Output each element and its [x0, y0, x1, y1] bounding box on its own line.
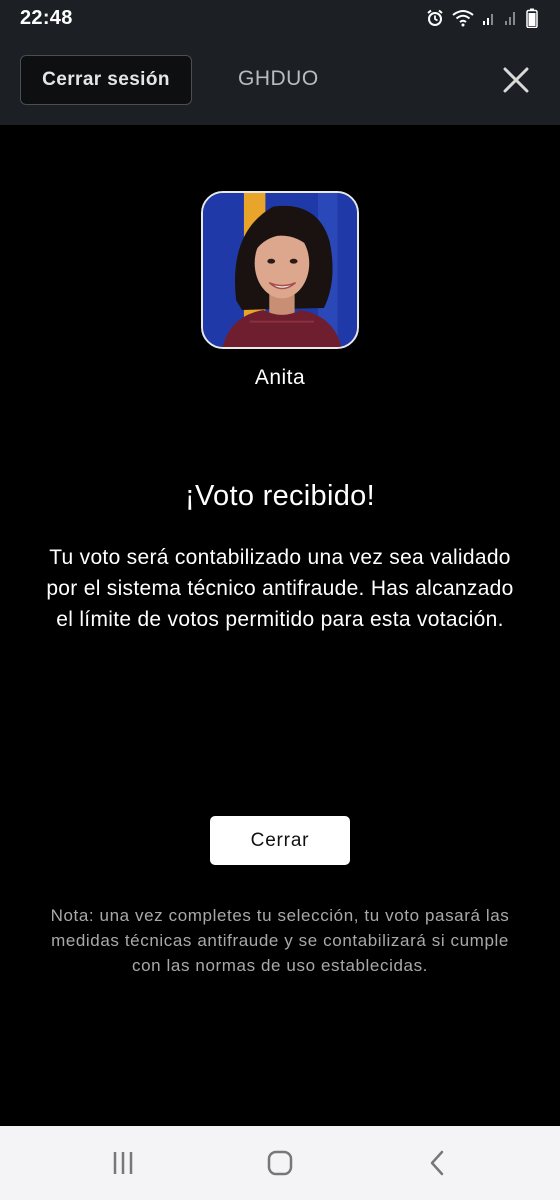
navigation-bar: [0, 1126, 560, 1200]
contestant-photo: [203, 193, 357, 347]
signal-icon: [483, 14, 493, 25]
home-button[interactable]: [260, 1148, 300, 1178]
recent-apps-button[interactable]: [103, 1148, 143, 1178]
signal-icon: [505, 12, 515, 25]
status-icons: [426, 8, 538, 28]
contestant-name: Anita: [254, 366, 306, 389]
home-icon: [267, 1150, 293, 1176]
footnote: Nota: una vez completes tu selección, tu…: [50, 906, 510, 975]
app-header: Cerrar sesión GHDUO: [0, 36, 560, 125]
wifi-icon: [452, 10, 474, 27]
recent-apps-icon: [113, 1152, 133, 1174]
status-bar: 22:48: [0, 0, 560, 36]
alarm-icon: [427, 9, 443, 26]
back-icon: [430, 1150, 444, 1176]
logout-button[interactable]: Cerrar sesión: [20, 55, 192, 105]
voting-screen: 22:48 Cerrar sesión GHDUO Anita ¡Voto re…: [0, 0, 560, 1200]
close-button[interactable]: Cerrar: [210, 816, 350, 865]
confirmation-message: Tu voto será contabilizado una vez sea v…: [46, 546, 514, 631]
back-button[interactable]: [417, 1148, 457, 1178]
close-icon[interactable]: [500, 64, 532, 96]
header-title: GHDUO: [238, 67, 319, 90]
status-time: 22:48: [20, 6, 73, 29]
battery-icon: [526, 8, 538, 28]
confirmation-heading: ¡Voto recibido!: [185, 480, 375, 512]
contestant-avatar: [201, 191, 359, 349]
